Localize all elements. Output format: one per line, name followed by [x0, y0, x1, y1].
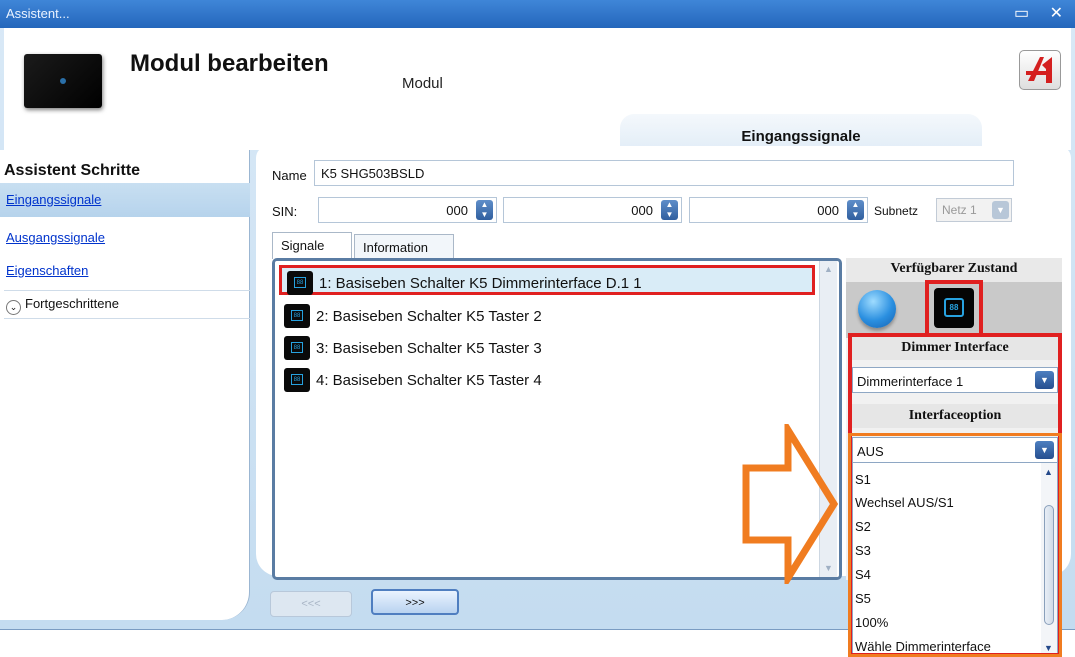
tab-information[interactable]: Information	[354, 234, 454, 259]
sin-value-3: 000	[817, 203, 839, 218]
blue-button-icon[interactable]	[858, 290, 896, 328]
page-title: Modul bearbeiten	[130, 50, 329, 77]
spin-arrows-icon[interactable]: ▲ ▼	[476, 200, 493, 220]
sin-stepper-2[interactable]: 000 ▲ ▼	[503, 197, 682, 223]
tab-signale[interactable]: Signale	[272, 232, 352, 259]
dimmer-interface-icon: 88	[287, 271, 313, 295]
sin-stepper-3[interactable]: 000 ▲ ▼	[689, 197, 868, 223]
sidebar-link[interactable]: Eingangssignale	[6, 192, 101, 207]
sidebar-item-eingangssignale[interactable]: Eingangssignale	[0, 183, 250, 217]
window-controls[interactable]: ▭ ✕	[1014, 3, 1071, 23]
orange-arrow-icon	[742, 424, 839, 584]
list-item-label: 3: Basiseben Schalter K5 Taster 3	[316, 340, 542, 357]
sin-value-2: 000	[631, 203, 653, 218]
assistant-window: Assistent... ▭ ✕ Modul bearbeiten Modul …	[0, 0, 1075, 657]
spin-arrows-icon[interactable]: ▲ ▼	[847, 200, 864, 220]
next-button[interactable]: >>>	[371, 589, 459, 615]
list-item[interactable]: 88 2: Basiseben Schalter K5 Taster 2	[279, 301, 815, 331]
list-item[interactable]: 88 1: Basiseben Schalter K5 Dimmerinterf…	[279, 265, 815, 295]
sidebar-link[interactable]: Ausgangssignale	[6, 230, 105, 245]
advanced-label: Fortgeschrittene	[25, 296, 119, 311]
push-button-icon: 88	[284, 304, 310, 328]
highlight-frame-orange	[848, 433, 1062, 657]
sidebar-link[interactable]: Eigenschaften	[6, 263, 88, 278]
push-button-icon: 88	[284, 336, 310, 360]
sidebar: Assistent Schritte Eingangssignale Ausga…	[0, 150, 250, 620]
sidebar-title: Assistent Schritte	[4, 162, 141, 179]
step-tab-label: Eingangssignale	[741, 128, 861, 145]
sin-label: SIN:	[272, 204, 298, 219]
list-item[interactable]: 88 3: Basiseben Schalter K5 Taster 3	[279, 333, 815, 363]
advanced-toggle[interactable]: ⌄ Fortgeschrittene	[6, 296, 119, 315]
dimmer-state-selected[interactable]: 88	[925, 280, 983, 334]
divider	[4, 318, 250, 319]
sidebar-item-ausgangssignale[interactable]: Ausgangssignale	[0, 221, 250, 255]
dimmer-interface-icon: 88	[934, 288, 974, 328]
name-field[interactable]: K5 SHG503BSLD	[314, 160, 1014, 186]
list-item-label: 4: Basiseben Schalter K5 Taster 4	[316, 372, 542, 389]
spin-arrows-icon[interactable]: ▲ ▼	[661, 200, 678, 220]
title-bar: Assistent... ▭ ✕	[0, 0, 1075, 28]
chevron-down-icon[interactable]: ⌄	[6, 300, 21, 315]
chevron-down-icon: ▼	[992, 201, 1009, 219]
subnet-label: Subnetz	[874, 204, 919, 218]
tab-label: Signale	[281, 238, 325, 253]
subnet-value: Netz 1	[942, 203, 977, 217]
list-item-label: 2: Basiseben Schalter K5 Taster 2	[316, 308, 542, 325]
header: Modul bearbeiten Modul Eingangssignale	[4, 28, 1071, 150]
list-item-label: 1: Basiseben Schalter K5 Dimmerinterface…	[319, 275, 642, 292]
list-item[interactable]: 88 4: Basiseben Schalter K5 Taster 4	[279, 365, 815, 395]
subnet-select: Netz 1 ▼	[936, 198, 1012, 222]
sidebar-item-eigenschaften[interactable]: Eigenschaften	[0, 254, 250, 288]
sin-value-1: 000	[446, 203, 468, 218]
tab-label: Information	[363, 240, 429, 255]
name-label: Name	[272, 168, 307, 183]
scroll-up-icon[interactable]: ▲	[824, 264, 833, 274]
divider	[4, 290, 250, 291]
push-button-icon: 88	[284, 368, 310, 392]
page-subtitle: Modul	[402, 75, 443, 92]
previous-button[interactable]: <<<	[270, 591, 352, 617]
sin-stepper-1[interactable]: 000 ▲ ▼	[318, 197, 497, 223]
available-state-heading: Verfügbarer Zustand	[846, 258, 1062, 282]
device-image	[24, 54, 102, 108]
app-logo-icon[interactable]	[1019, 50, 1061, 90]
step-tab: Eingangssignale	[620, 114, 982, 150]
window-title: Assistent...	[6, 6, 70, 21]
